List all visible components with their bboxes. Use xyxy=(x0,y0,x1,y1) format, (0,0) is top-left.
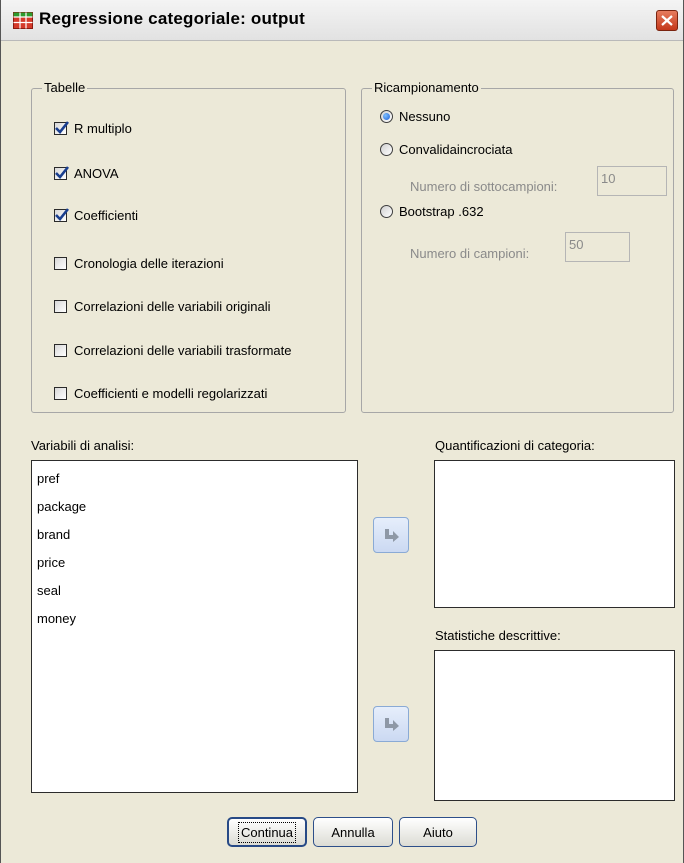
close-button[interactable] xyxy=(656,10,678,31)
checkbox-iteration-history[interactable]: Cronologia delle iterazioni xyxy=(54,254,224,272)
help-button[interactable]: Aiuto xyxy=(399,817,477,847)
checkbox-box[interactable] xyxy=(54,256,67,270)
list-item[interactable]: brand xyxy=(37,527,70,542)
cancel-button-label: Annulla xyxy=(331,824,375,840)
window-title: Regressione categoriale: output xyxy=(39,9,305,28)
dialog-window: Regressione categoriale: output Tabelle … xyxy=(0,0,684,863)
tables-legend: Tabelle xyxy=(42,80,88,95)
tables-group: Tabelle R multiplo ANOVA Coefficienti Cr… xyxy=(31,80,346,413)
checkbox-label: ANOVA xyxy=(74,165,119,181)
help-button-label: Aiuto xyxy=(423,824,453,840)
checkbox-label: Cronologia delle iterazioni xyxy=(74,255,224,271)
checkbox-box[interactable] xyxy=(54,299,67,313)
list-item[interactable]: pref xyxy=(37,471,59,486)
checkbox-label: Coefficienti e modelli regolarizzati xyxy=(74,385,268,401)
checkbox-box[interactable] xyxy=(54,343,67,357)
move-to-descriptives-button[interactable] xyxy=(373,706,409,742)
radio-label: Convalidaincrociata xyxy=(399,141,513,157)
continue-button-label: Continua xyxy=(237,821,297,843)
radio-button[interactable] xyxy=(380,204,393,218)
move-to-quantifications-button[interactable] xyxy=(373,517,409,553)
title-bar: Regressione categoriale: output xyxy=(1,0,683,41)
checkbox-box[interactable] xyxy=(54,165,70,180)
checkmark-icon xyxy=(55,207,70,221)
continue-button[interactable]: Continua xyxy=(227,817,307,847)
checkmark-icon xyxy=(55,120,70,134)
close-icon xyxy=(661,15,673,26)
resampling-group: Ricampionamento Nessuno Convalidaincroci… xyxy=(361,80,674,413)
arrow-right-icon xyxy=(385,529,399,542)
checkbox-label: Coefficienti xyxy=(74,207,139,223)
grid-table-icon xyxy=(13,12,33,29)
checkbox-transformed-correlations[interactable]: Correlazioni delle variabili trasformate xyxy=(54,341,291,359)
list-item[interactable]: seal xyxy=(37,583,61,598)
checkbox-box[interactable] xyxy=(54,386,67,400)
checkbox-label: Correlazioni delle variabili originali xyxy=(74,298,271,314)
quantifications-label: Quantificazioni di categoria: xyxy=(435,438,595,453)
checkbox-box[interactable] xyxy=(54,120,70,135)
checkbox-anova[interactable]: ANOVA xyxy=(54,164,119,182)
resampling-legend: Ricampionamento xyxy=(372,80,481,95)
radio-bootstrap[interactable]: Bootstrap .632 xyxy=(380,202,484,220)
radio-none[interactable]: Nessuno xyxy=(380,107,450,125)
radio-cross-validation[interactable]: Convalidaincrociata xyxy=(380,140,512,158)
descriptives-list[interactable] xyxy=(434,650,675,801)
quantifications-list[interactable] xyxy=(434,460,675,608)
list-item[interactable]: price xyxy=(37,555,65,570)
samples-label: Numero di campioni: xyxy=(410,246,530,261)
subsamples-label: Numero di sottocampioni: xyxy=(410,179,558,194)
arrow-right-icon xyxy=(385,718,399,731)
radio-button[interactable] xyxy=(380,109,393,123)
checkbox-regularized-models[interactable]: Coefficienti e modelli regolarizzati xyxy=(54,384,267,402)
checkmark-icon xyxy=(55,165,70,179)
analysis-vars-label: Variabili di analisi: xyxy=(31,438,135,453)
analysis-vars-list[interactable]: pref package brand price seal money xyxy=(31,460,358,793)
checkbox-original-correlations[interactable]: Correlazioni delle variabili originali xyxy=(54,297,271,315)
subsamples-field[interactable]: 10 xyxy=(597,166,667,196)
checkbox-r-multiple[interactable]: R multiplo xyxy=(54,119,132,137)
radio-dot xyxy=(383,112,390,120)
radio-label: Bootstrap .632 xyxy=(399,203,484,219)
checkbox-label: R multiplo xyxy=(74,120,132,136)
checkbox-coefficients[interactable]: Coefficienti xyxy=(54,206,138,224)
radio-label: Nessuno xyxy=(399,108,451,124)
checkbox-label: Correlazioni delle variabili trasformate xyxy=(74,342,292,358)
radio-button[interactable] xyxy=(380,142,393,156)
descriptives-label: Statistiche descrittive: xyxy=(435,628,561,643)
checkbox-box[interactable] xyxy=(54,207,70,222)
list-item[interactable]: package xyxy=(37,499,86,514)
samples-field[interactable]: 50 xyxy=(565,232,630,262)
cancel-button[interactable]: Annulla xyxy=(313,817,393,847)
list-item[interactable]: money xyxy=(37,611,76,626)
